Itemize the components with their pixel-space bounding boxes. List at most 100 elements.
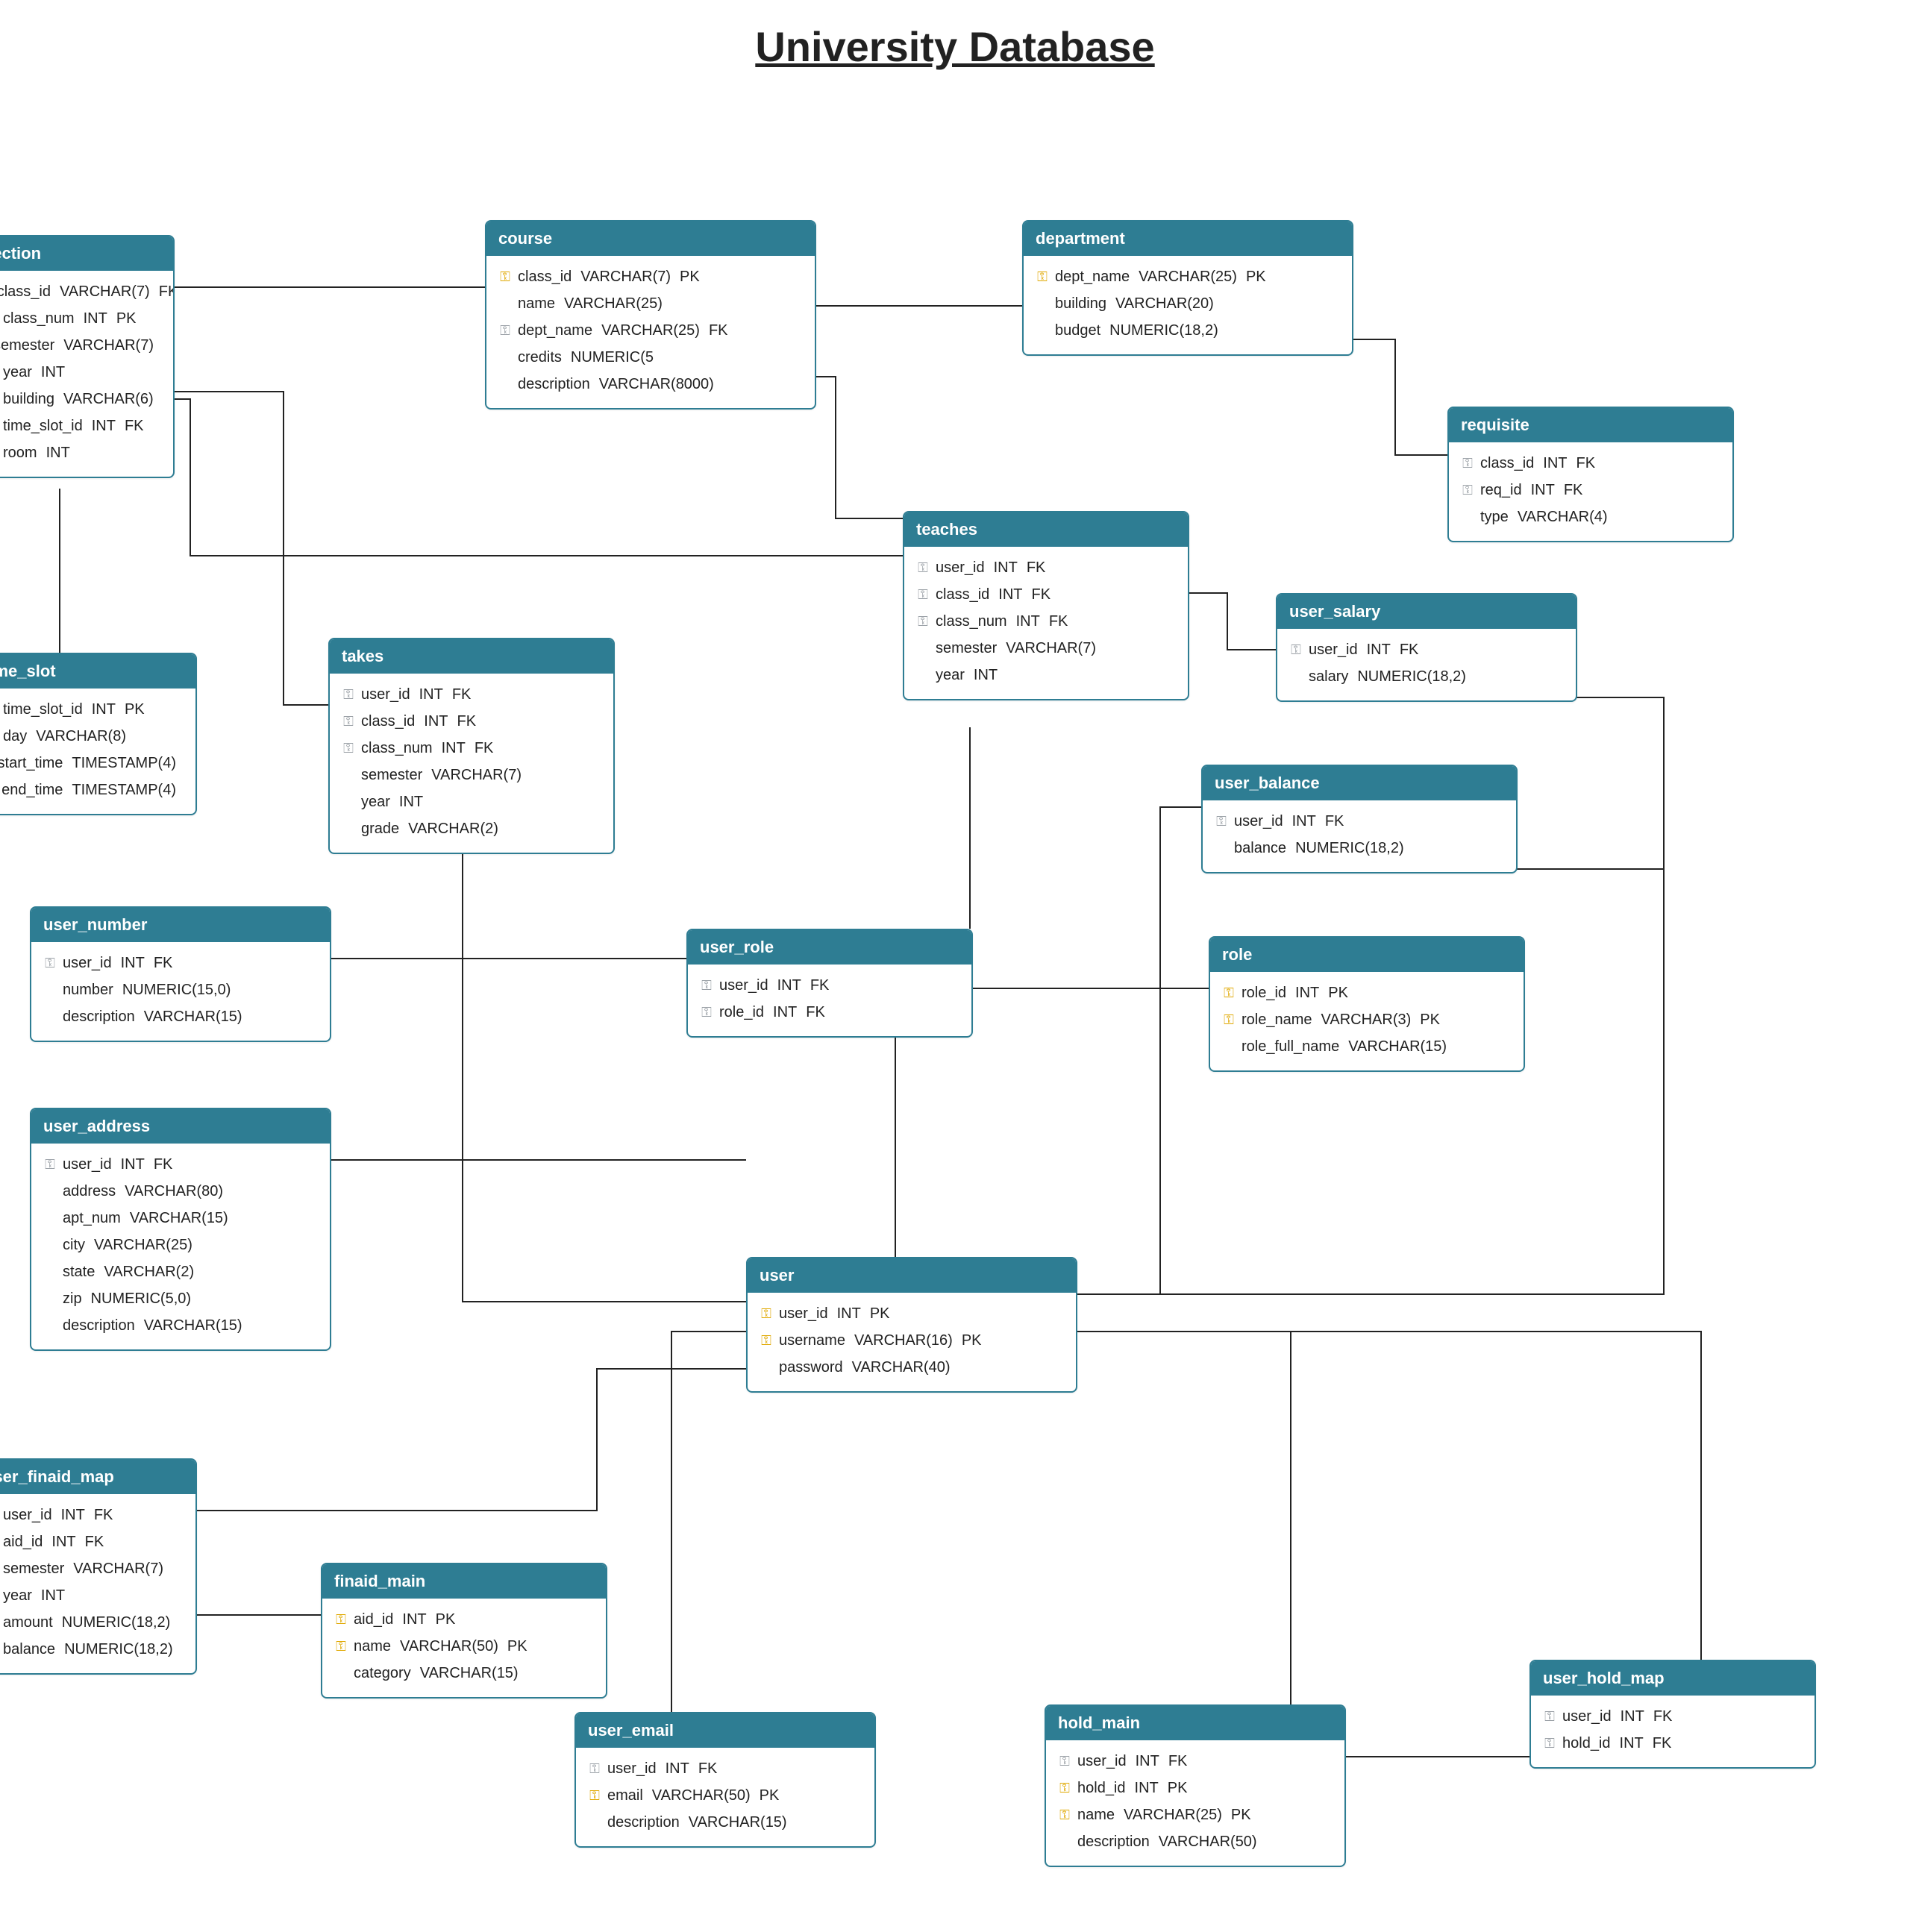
er-canvas: section⚿class_idVARCHAR(7)FK⚿class_numIN… xyxy=(0,116,1910,1906)
column-name: time_slot_id xyxy=(3,696,83,723)
column-row: ⚿user_idINTFK xyxy=(1288,636,1565,663)
column-row: descriptionVARCHAR(50) xyxy=(1056,1828,1334,1855)
fk-key-icon: ⚿ xyxy=(1213,808,1230,835)
column-row: ⚿user_idINTFK xyxy=(42,1151,319,1178)
entity-user_role: user_role⚿user_idINTFK⚿role_idINTFK xyxy=(686,929,973,1038)
column-row: ⚿user_idINTFK xyxy=(340,681,603,708)
fk-key-icon: ⚿ xyxy=(1459,450,1476,477)
column-row: cityVARCHAR(25) xyxy=(42,1232,319,1258)
column-type: INT xyxy=(1295,979,1319,1006)
entity-body: ⚿user_idINTFK⚿emailVARCHAR(50)PKdescript… xyxy=(576,1748,874,1846)
column-name: semester xyxy=(0,332,54,359)
column-row: ⚿class_idINTFK xyxy=(340,708,603,735)
column-name: end_time xyxy=(1,777,63,803)
column-row: descriptionVARCHAR(15) xyxy=(42,1312,319,1339)
column-name: user_id xyxy=(1309,636,1358,663)
column-constraint: PK xyxy=(1246,263,1266,290)
column-constraint: FK xyxy=(1027,554,1046,581)
column-type: VARCHAR(25) xyxy=(564,290,663,317)
entity-header: takes xyxy=(330,639,613,674)
column-type: VARCHAR(8) xyxy=(36,723,126,750)
column-type: VARCHAR(25) xyxy=(1124,1801,1222,1828)
column-name: balance xyxy=(1234,835,1286,862)
column-row: ⚿class_idVARCHAR(7)PK xyxy=(497,263,804,290)
pk-key-icon: ⚿ xyxy=(1221,1006,1237,1033)
column-name: dept_name xyxy=(1055,263,1130,290)
column-type: NUMERIC(15,0) xyxy=(122,976,231,1003)
entity-body: ⚿user_idINTFKbalanceNUMERIC(18,2) xyxy=(1203,800,1516,872)
column-name: email xyxy=(607,1782,643,1809)
column-type: VARCHAR(7) xyxy=(63,332,154,359)
column-row: role_full_nameVARCHAR(15) xyxy=(1221,1033,1513,1060)
entity-hold_main: hold_main⚿user_idINTFK⚿hold_idINTPK⚿name… xyxy=(1045,1704,1346,1867)
column-type: VARCHAR(4) xyxy=(1518,504,1608,530)
column-type: VARCHAR(15) xyxy=(144,1312,242,1339)
column-type: INT xyxy=(424,708,448,735)
column-constraint: PK xyxy=(507,1633,527,1660)
column-constraint: FK xyxy=(159,278,175,305)
pk-key-icon: ⚿ xyxy=(758,1300,774,1327)
entity-header: time_slot xyxy=(0,654,195,689)
entity-body: ⚿user_idINTFKsalaryNUMERIC(18,2) xyxy=(1277,629,1576,700)
column-constraint: FK xyxy=(1168,1748,1188,1775)
column-row: categoryVARCHAR(15) xyxy=(333,1660,595,1687)
column-constraint: FK xyxy=(475,735,494,762)
column-name: state xyxy=(63,1258,95,1285)
column-constraint: FK xyxy=(1325,808,1344,835)
column-type: VARCHAR(7) xyxy=(60,278,150,305)
entity-user_number: user_number⚿user_idINTFKnumberNUMERIC(15… xyxy=(30,906,331,1042)
column-name: city xyxy=(63,1232,85,1258)
entity-body: ⚿class_idVARCHAR(7)FK⚿class_numINTPKseme… xyxy=(0,271,173,477)
entity-body: ⚿user_idINTFK⚿aid_idINTFKsemesterVARCHAR… xyxy=(0,1494,195,1673)
entity-user_address: user_address⚿user_idINTFKaddressVARCHAR(… xyxy=(30,1108,331,1351)
column-name: building xyxy=(1055,290,1106,317)
pk-key-icon: ⚿ xyxy=(1034,263,1050,290)
column-name: time_slot_id xyxy=(3,413,83,439)
column-type: INT xyxy=(51,1528,75,1555)
column-name: role_id xyxy=(1242,979,1286,1006)
column-name: description xyxy=(1077,1828,1150,1855)
entity-header: user_hold_map xyxy=(1531,1661,1814,1696)
entity-user_finaid_map: user_finaid_map⚿user_idINTFK⚿aid_idINTFK… xyxy=(0,1458,197,1675)
column-constraint: FK xyxy=(85,1528,104,1555)
column-name: class_num xyxy=(3,305,75,332)
column-type: INT xyxy=(777,972,801,999)
column-constraint: PK xyxy=(1420,1006,1440,1033)
column-name: day xyxy=(3,723,27,750)
column-name: user_id xyxy=(936,554,985,581)
column-type: VARCHAR(25) xyxy=(601,317,700,344)
column-name: semester xyxy=(936,635,997,662)
column-name: year xyxy=(361,788,390,815)
column-type: INT xyxy=(773,999,797,1026)
column-row: ⚿hold_idINTFK xyxy=(1541,1730,1804,1757)
column-name: description xyxy=(63,1003,135,1030)
entity-user_balance: user_balance⚿user_idINTFKbalanceNUMERIC(… xyxy=(1201,765,1518,874)
column-row: yearINT xyxy=(0,1582,185,1609)
column-type: INT xyxy=(442,735,466,762)
column-name: class_id xyxy=(518,263,572,290)
column-row: yearINT xyxy=(915,662,1177,689)
entity-body: ⚿dept_nameVARCHAR(25)PKbuildingVARCHAR(2… xyxy=(1024,256,1352,354)
fk-key-icon: ⚿ xyxy=(42,1151,58,1178)
column-row: ⚿class_numINTFK xyxy=(340,735,603,762)
column-row: ⚿user_idINTFK xyxy=(0,1502,185,1528)
column-constraint: FK xyxy=(1049,608,1068,635)
column-row: typeVARCHAR(4) xyxy=(1459,504,1722,530)
column-name: user_id xyxy=(63,950,112,976)
column-type: NUMERIC(5,0) xyxy=(91,1285,191,1312)
column-name: hold_id xyxy=(1562,1730,1611,1757)
column-type: INT xyxy=(1620,1730,1644,1757)
column-constraint: PK xyxy=(1328,979,1348,1006)
entity-header: user_salary xyxy=(1277,595,1576,629)
column-row: ⚿nameVARCHAR(50)PK xyxy=(333,1633,595,1660)
column-name: description xyxy=(518,371,590,398)
column-constraint: PK xyxy=(125,696,145,723)
column-name: class_num xyxy=(361,735,433,762)
column-constraint: PK xyxy=(760,1782,780,1809)
column-name: aid_id xyxy=(354,1606,393,1633)
column-type: VARCHAR(8000) xyxy=(599,371,714,398)
fk-key-icon: ⚿ xyxy=(340,708,357,735)
entity-header: course xyxy=(486,222,815,256)
entity-body: ⚿aid_idINTPK⚿nameVARCHAR(50)PKcategoryVA… xyxy=(322,1599,606,1697)
column-type: INT xyxy=(1367,636,1391,663)
